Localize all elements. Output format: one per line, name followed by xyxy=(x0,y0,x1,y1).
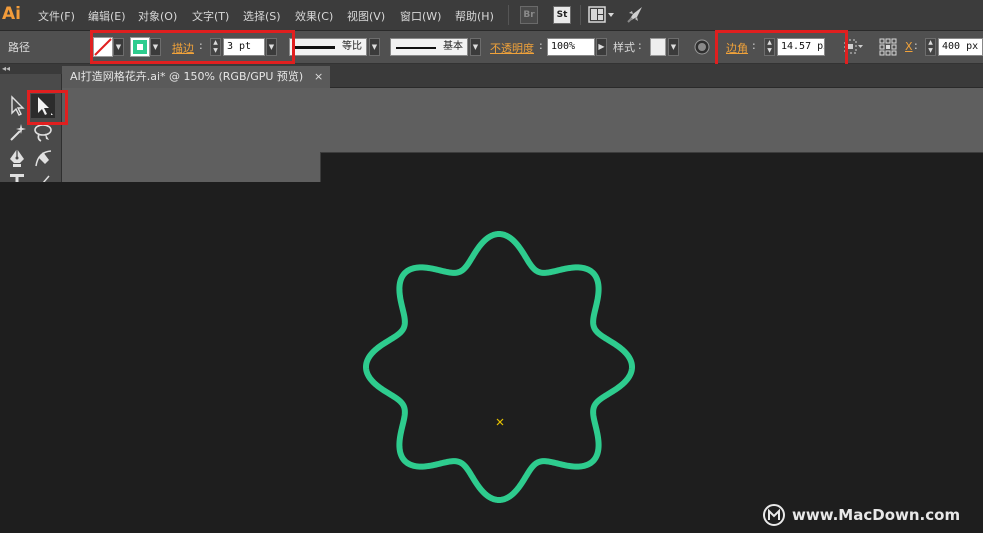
menu-window[interactable]: 窗口(W) xyxy=(400,8,441,24)
direct-selection-tool-icon[interactable] xyxy=(5,94,29,118)
corner-label[interactable]: 边角 xyxy=(726,40,748,56)
menu-select[interactable]: 选择(S) xyxy=(243,8,281,24)
artboard xyxy=(320,152,983,182)
control-bar: 路径 ▼ ▼ 描边 : ▲ ▼ 3 pt ▼ 等比 ▼ 基本 ▼ 不透明度 : 1… xyxy=(0,31,983,64)
line-tool-icon[interactable] xyxy=(31,170,55,182)
selection-tool-icon[interactable] xyxy=(31,94,55,118)
app-logo: Ai xyxy=(2,4,21,24)
x-stepper[interactable]: ▲ ▼ xyxy=(925,38,936,56)
style-label: 样式 xyxy=(613,41,635,54)
menu-type[interactable]: 文字(T) xyxy=(192,8,229,24)
watermark-text: www.MacDown.com xyxy=(792,506,961,524)
selection-type-label: 路径 xyxy=(8,41,30,54)
variable-width-label: 等比 xyxy=(342,41,362,52)
reference-point-icon[interactable] xyxy=(878,37,898,57)
fill-swatch[interactable] xyxy=(93,37,113,57)
stroke-swatch[interactable] xyxy=(130,37,150,57)
document-tab-title: AI打造网格花卉.ai* @ 150% (RGB/GPU 预览) xyxy=(70,70,304,83)
opacity-field[interactable]: 100% xyxy=(547,38,595,56)
variable-width-dropdown[interactable]: ▼ xyxy=(369,38,380,56)
opacity-label-colon: : xyxy=(539,39,543,52)
recolor-artwork-icon[interactable] xyxy=(693,38,711,56)
none-swatch-icon xyxy=(94,38,112,56)
macdown-logo-icon xyxy=(763,504,785,526)
menu-effect[interactable]: 效果(C) xyxy=(295,8,333,24)
menu-separator xyxy=(580,5,581,25)
menu-view[interactable]: 视图(V) xyxy=(347,8,385,24)
stroke-dropdown[interactable]: ▼ xyxy=(150,38,161,56)
center-point-marker xyxy=(496,418,504,426)
brush-line xyxy=(396,47,436,49)
pen-tool-icon[interactable] xyxy=(5,146,29,170)
stroke-label[interactable]: 描边 xyxy=(172,40,194,56)
panel-collapse-handle[interactable]: ◂◂ xyxy=(0,64,62,74)
corner-radius-stepper[interactable]: ▲ ▼ xyxy=(764,38,775,56)
bridge-button[interactable]: Br xyxy=(520,6,538,24)
stroke-weight-stepper[interactable]: ▲ ▼ xyxy=(210,38,221,56)
style-label-colon: : xyxy=(638,39,642,52)
menu-object[interactable]: 对象(O) xyxy=(138,8,177,24)
profile-line xyxy=(295,46,335,49)
variable-width-profile[interactable]: 等比 xyxy=(289,38,367,56)
x-label[interactable]: X xyxy=(905,40,913,53)
document-tab-strip: AI打造网格花卉.ai* @ 150% (RGB/GPU 预览) × xyxy=(62,64,983,88)
close-icon[interactable]: × xyxy=(314,66,323,88)
wavy-flower-path[interactable] xyxy=(363,231,635,503)
brush-dropdown[interactable]: ▼ xyxy=(470,38,481,56)
type-tool-icon[interactable] xyxy=(5,170,29,182)
menu-bar: Ai 文件(F) 编辑(E) 对象(O) 文字(T) 选择(S) 效果(C) 视… xyxy=(0,0,983,31)
opacity-slider-button[interactable]: ▶ xyxy=(596,38,607,56)
graphic-style-swatch[interactable] xyxy=(650,38,666,56)
arrange-documents-icon[interactable] xyxy=(588,5,616,25)
corner-label-colon: : xyxy=(752,39,756,52)
brush-label: 基本 xyxy=(443,41,463,52)
artwork xyxy=(363,231,635,503)
menu-file[interactable]: 文件(F) xyxy=(38,8,75,24)
menu-help[interactable]: 帮助(H) xyxy=(455,8,494,24)
magic-wand-tool-icon[interactable] xyxy=(5,120,29,144)
rocket-icon[interactable] xyxy=(624,4,646,26)
document-tab[interactable]: AI打造网格花卉.ai* @ 150% (RGB/GPU 预览) × xyxy=(62,66,330,88)
curvature-tool-icon[interactable] xyxy=(31,146,55,170)
menu-edit[interactable]: 编辑(E) xyxy=(88,8,126,24)
align-to-icon[interactable] xyxy=(843,38,865,56)
toolbox xyxy=(0,74,62,182)
stroke-weight-field[interactable]: 3 pt xyxy=(223,38,265,56)
corner-radius-field[interactable]: 14.57 px xyxy=(777,38,825,56)
x-field[interactable]: 400 px xyxy=(938,38,983,56)
menu-separator xyxy=(508,5,509,25)
brush-definition[interactable]: 基本 xyxy=(390,38,468,56)
stock-button[interactable]: St xyxy=(553,6,571,24)
stroke-weight-dropdown[interactable]: ▼ xyxy=(266,38,277,56)
stroke-label-colon: : xyxy=(199,39,203,52)
stroke-swatch-icon xyxy=(133,40,147,54)
lasso-tool-icon[interactable] xyxy=(31,120,55,144)
opacity-label[interactable]: 不透明度 xyxy=(490,40,534,56)
x-label-colon: : xyxy=(914,39,918,52)
canvas[interactable] xyxy=(0,182,983,533)
fill-dropdown[interactable]: ▼ xyxy=(113,38,124,56)
graphic-style-dropdown[interactable]: ▼ xyxy=(668,38,679,56)
